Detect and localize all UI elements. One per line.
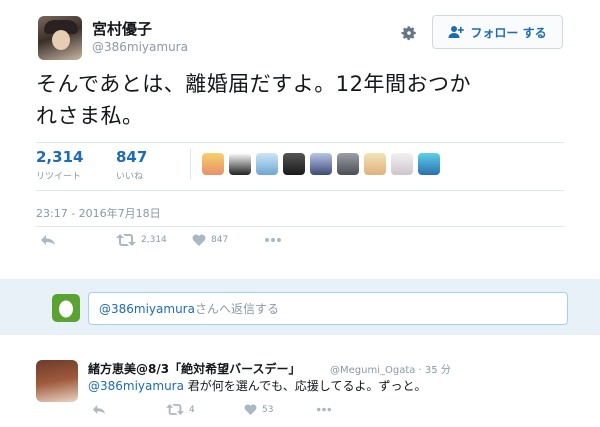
more-icon	[265, 238, 281, 242]
follow-person-icon	[448, 26, 465, 38]
liker-avatar[interactable]	[391, 153, 413, 175]
reply-input[interactable]: @386miyamura さんへ返信する	[88, 292, 568, 325]
liker-avatar[interactable]	[202, 153, 224, 175]
stats-separator	[190, 148, 191, 180]
reply-icon	[41, 235, 55, 245]
author-screen-name[interactable]: @386miyamura	[92, 40, 188, 54]
reply-retweet-count: 4	[189, 404, 195, 415]
liker-avatar[interactable]	[364, 153, 386, 175]
liker-avatar[interactable]	[418, 153, 440, 175]
liker-avatar[interactable]	[337, 153, 359, 175]
heart-icon	[244, 404, 257, 415]
divider	[36, 190, 564, 191]
reply-more-action[interactable]	[316, 404, 332, 415]
gear-icon[interactable]	[400, 24, 418, 42]
liker-avatars	[202, 153, 440, 175]
reply-author-name[interactable]: 緒方恵美@8/3「絶対希望バースデー」	[88, 360, 300, 377]
reply-like-action[interactable]: 53	[244, 404, 273, 415]
like-action-count: 847	[211, 235, 229, 245]
retweet-stat[interactable]: 2,314 リツイート	[36, 148, 83, 182]
reply-text-mention[interactable]: @386miyamura	[88, 379, 184, 393]
reply-input-placeholder: さんへ返信する	[194, 302, 279, 316]
reply-text-body: 君が何を選んでも、応援してるよ。ずっと。	[183, 379, 427, 393]
like-label: いいね	[116, 172, 144, 182]
reply-author-handle[interactable]: @Megumi_Ogata · 35 分	[330, 361, 451, 376]
like-action[interactable]: 847	[192, 234, 228, 246]
reply-icon	[92, 405, 106, 414]
liker-avatar[interactable]	[310, 153, 332, 175]
divider	[36, 142, 564, 143]
tweet-timestamp[interactable]: 23:17 - 2016年7月18日	[36, 205, 161, 221]
tweet-text-line-2: れさま私。	[36, 104, 144, 128]
liker-avatar[interactable]	[283, 153, 305, 175]
tweet-text: そんであとは、離婚届だすよ。12年間おつか れさま私。	[36, 68, 576, 132]
like-count: 847	[116, 148, 148, 166]
liker-avatar[interactable]	[256, 153, 278, 175]
reply-retweet-action[interactable]: 4	[166, 404, 195, 415]
egg-icon	[59, 300, 73, 318]
retweet-icon	[116, 234, 136, 246]
retweet-action[interactable]: 2,314	[116, 234, 167, 246]
retweet-icon	[166, 404, 184, 415]
reply-action[interactable]	[40, 234, 56, 246]
like-stat[interactable]: 847 いいね	[116, 148, 147, 182]
reply-author-avatar[interactable]	[36, 360, 78, 402]
retweet-action-count: 2,314	[141, 235, 167, 245]
retweet-count: 2,314	[36, 148, 84, 166]
heart-icon	[192, 234, 206, 246]
more-icon	[316, 407, 332, 412]
author-avatar[interactable]	[38, 16, 82, 60]
liker-avatar[interactable]	[229, 153, 251, 175]
reply-like-count: 53	[262, 404, 274, 415]
egg-avatar	[52, 294, 80, 322]
reply-reply-action[interactable]	[92, 404, 106, 415]
more-action[interactable]	[264, 234, 282, 246]
follow-button-label: フォロー する	[470, 25, 547, 40]
author-display-name[interactable]: 宮村優子	[92, 18, 152, 39]
reply-input-mention: @386miyamura	[99, 301, 195, 316]
reply-text: @386miyamura 君が何を選んでも、応援してるよ。ずっと。	[88, 377, 426, 394]
follow-button[interactable]: フォロー する	[432, 15, 563, 49]
tweet-text-line-1: そんであとは、離婚届だすよ。12年間おつか	[36, 72, 471, 96]
divider	[36, 226, 564, 227]
retweet-label: リツイート	[36, 172, 82, 182]
